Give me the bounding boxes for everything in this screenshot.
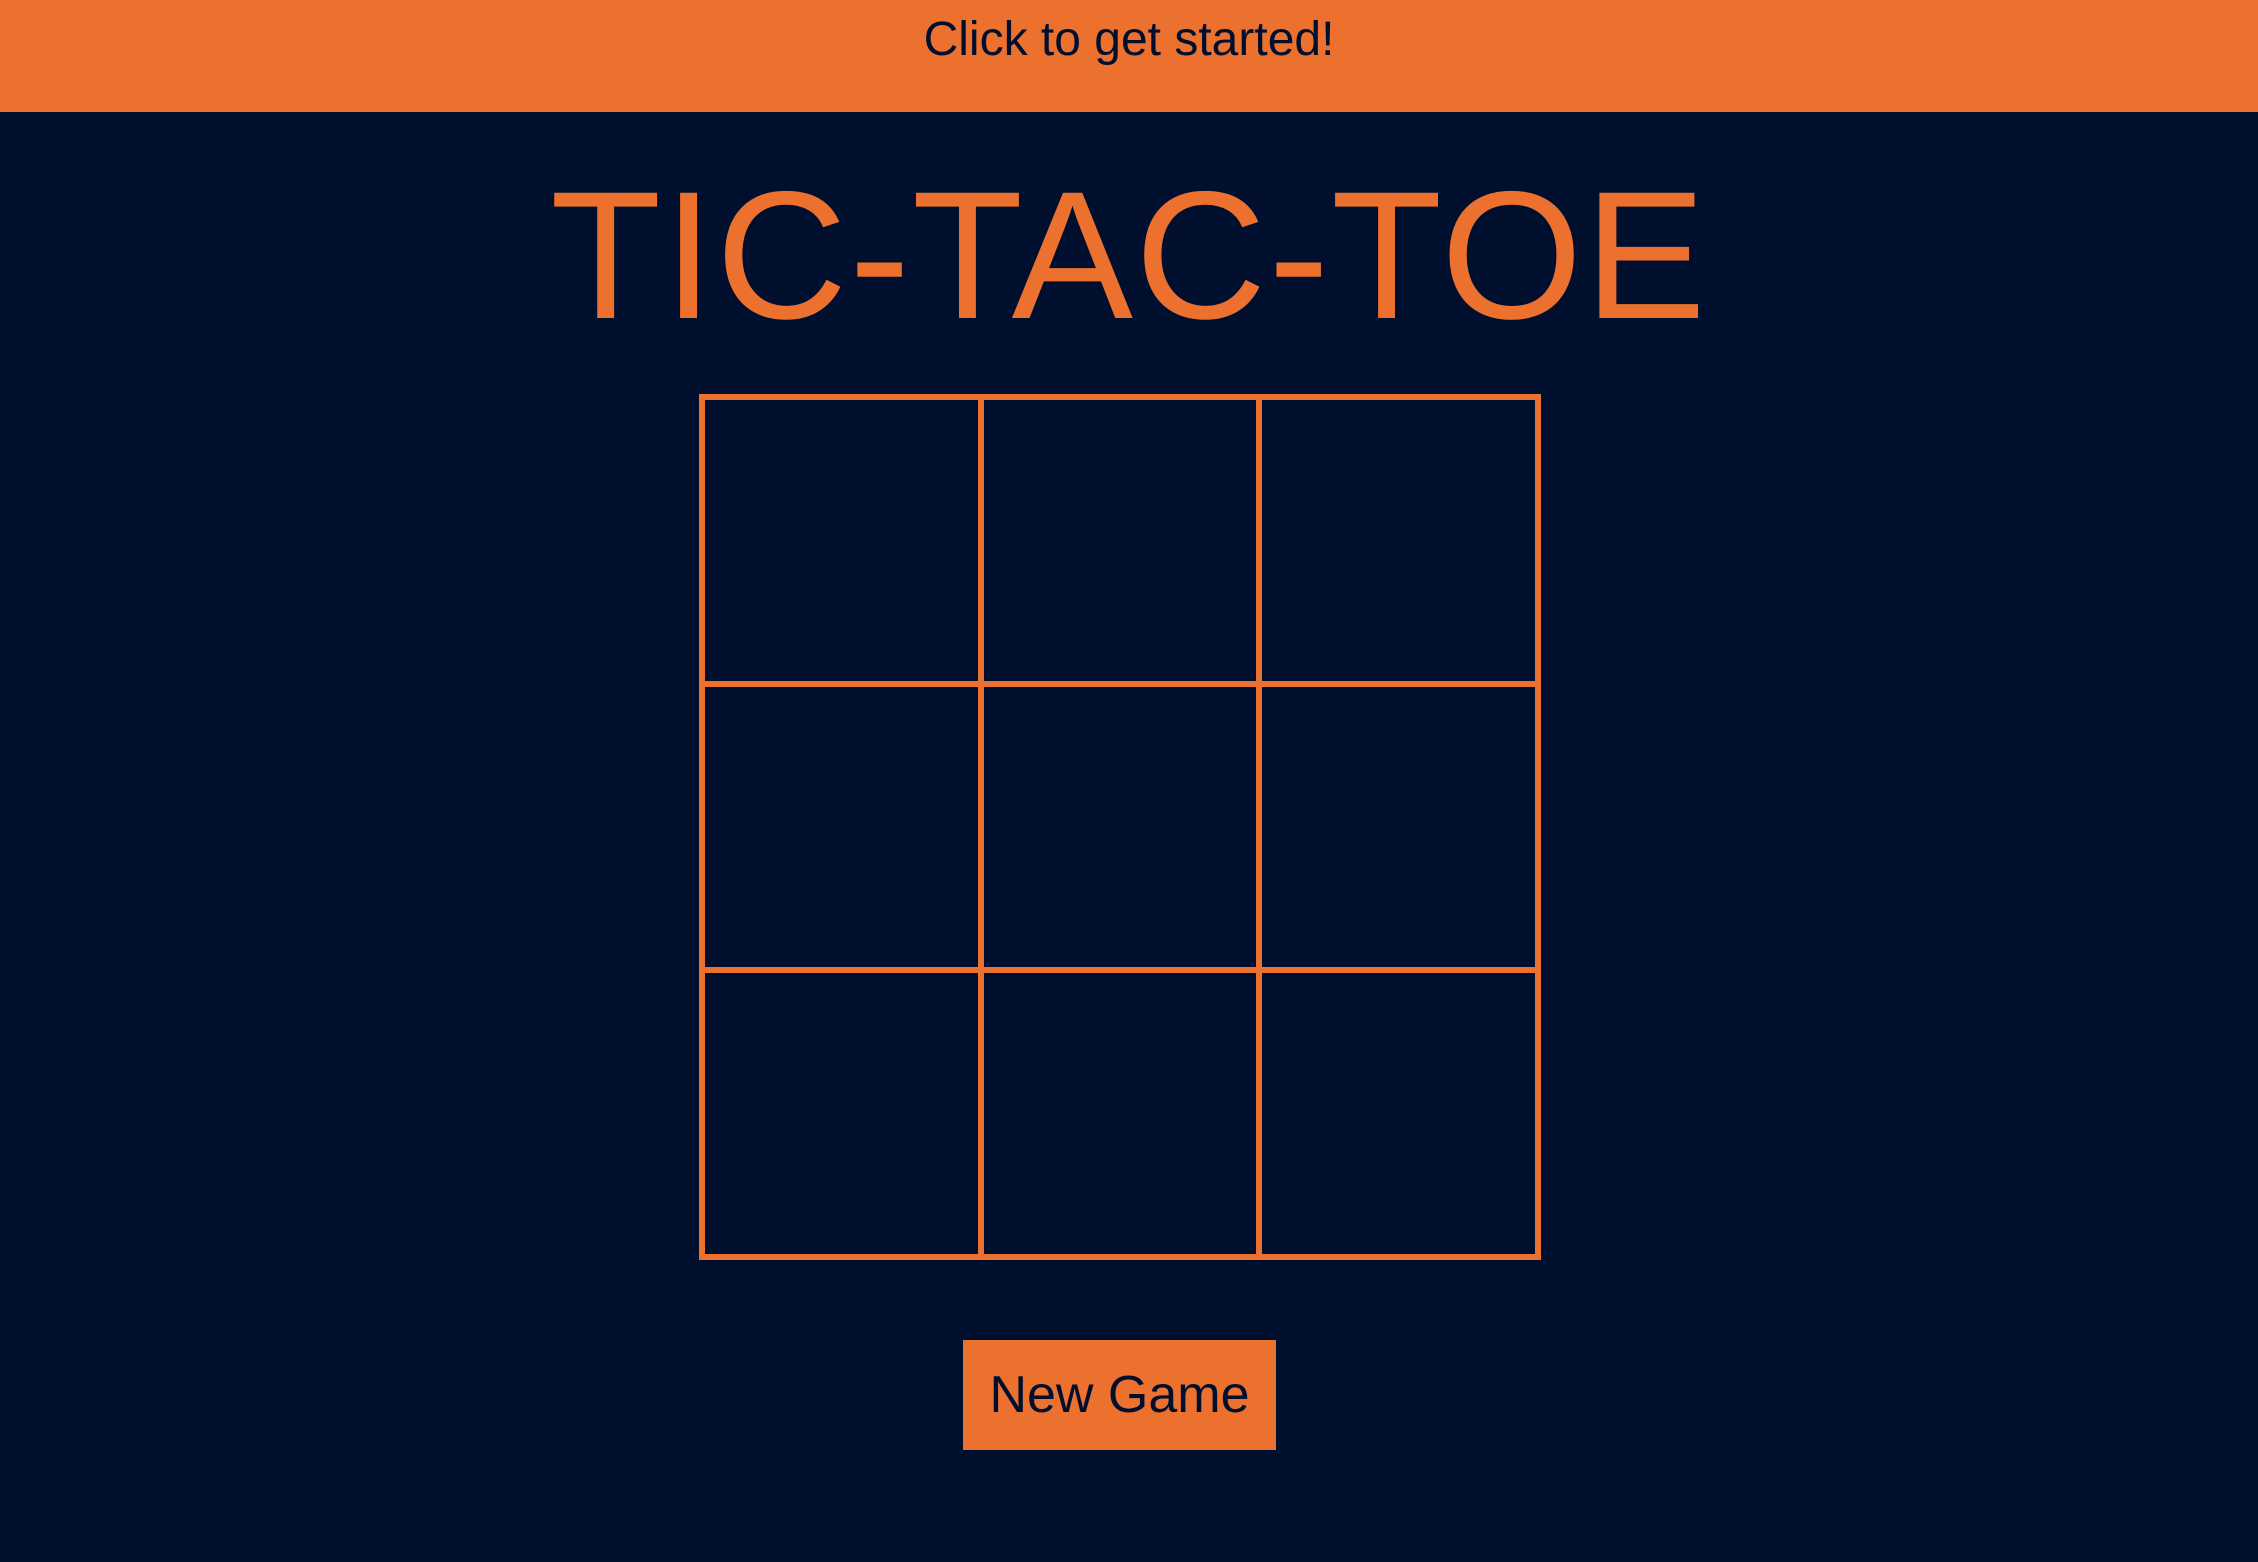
status-banner[interactable]: Click to get started! (0, 0, 2258, 112)
board-cell-7[interactable] (705, 973, 978, 1254)
game-board (699, 394, 1541, 1260)
board-cell-3[interactable] (1262, 400, 1535, 681)
status-message: Click to get started! (923, 13, 1335, 66)
board-cell-6[interactable] (1262, 686, 1535, 968)
board-cell-5[interactable] (983, 686, 1257, 968)
board-cell-2[interactable] (983, 400, 1257, 681)
game-title: TIC-TAC-TOE (550, 153, 1708, 357)
board-cell-9[interactable] (1262, 973, 1535, 1254)
board-cell-4[interactable] (705, 686, 978, 968)
new-game-button[interactable]: New Game (963, 1340, 1276, 1450)
board-cell-8[interactable] (983, 973, 1257, 1254)
board-cell-1[interactable] (705, 400, 978, 681)
